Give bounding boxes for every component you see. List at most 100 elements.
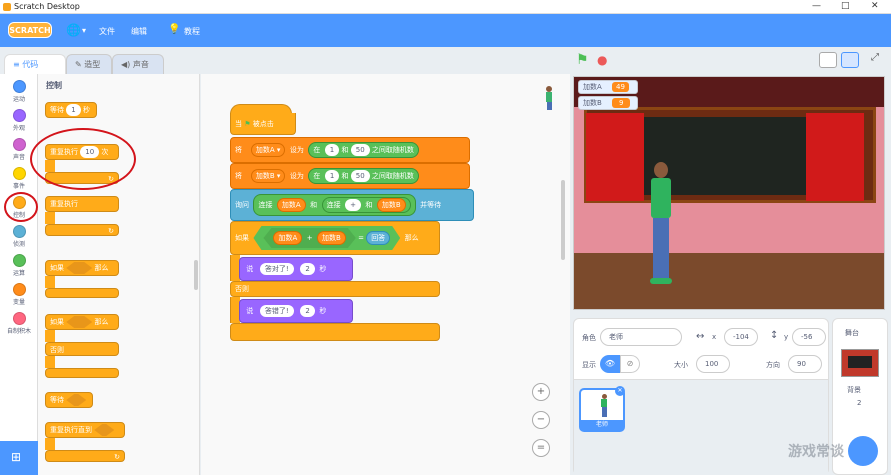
random-from-input[interactable]: 1 <box>324 144 340 156</box>
fullscreen-icon[interactable]: ⤢ <box>866 52 884 68</box>
say-secs-input[interactable]: 2 <box>300 263 315 275</box>
join-block[interactable]: 连接 加数A 和 连接 + 和 加数B <box>253 194 416 216</box>
sprite-tile-thumbnail <box>600 394 608 418</box>
zoom-out-button[interactable]: − <box>532 411 550 429</box>
random-block[interactable]: 在 1 和 50 之间取随机数 <box>308 142 419 158</box>
teacher-sprite[interactable] <box>649 162 673 292</box>
to-label: 设为 <box>289 172 304 180</box>
answer-reporter[interactable]: 回答 <box>366 231 390 245</box>
sprite-name-field[interactable]: 老师 <box>600 328 682 346</box>
menu-edit[interactable]: 编辑 <box>131 26 147 37</box>
show-visible-button[interactable]: 👁 <box>600 355 620 373</box>
palette-scrollbar[interactable] <box>194 260 198 290</box>
category-6[interactable]: 运算 <box>4 254 34 277</box>
var-dropdown-b[interactable]: 加数B ▾ <box>250 169 286 183</box>
say-text-input[interactable]: 答错了! <box>259 305 294 317</box>
set-var-a-block[interactable]: 将 加数A ▾ 设为 在 1 和 50 之间取随机数 <box>230 137 470 163</box>
tab-costumes[interactable]: ✎ 造型 <box>66 54 112 74</box>
random-and: 和 <box>341 146 349 154</box>
scratch-logo[interactable]: SCRATCH <box>8 22 52 38</box>
wait-block[interactable]: 等待 1 秒 <box>45 102 97 118</box>
join-label: 连接 <box>258 201 273 209</box>
set-var-b-block[interactable]: 将 加数B ▾ 设为 在 1 和 50 之间取随机数 <box>230 163 470 189</box>
random-post: 之间取随机数 <box>371 146 414 154</box>
menu-file[interactable]: 文件 <box>99 26 115 37</box>
wait-until-block[interactable]: 等待 <box>45 392 93 408</box>
random-to-input[interactable]: 50 <box>350 144 370 156</box>
add-extension-button[interactable]: ⊞ <box>0 441 38 475</box>
category-0[interactable]: 运动 <box>4 80 34 103</box>
category-5[interactable]: 侦测 <box>4 225 34 248</box>
zoom-in-button[interactable]: + <box>532 383 550 401</box>
x-arrows-icon: ↔ <box>696 331 705 342</box>
var-monitor-a-label: 加数A <box>583 83 602 91</box>
inner-join-block[interactable]: 连接 + 和 加数B <box>321 197 411 213</box>
maximize-button[interactable]: □ <box>841 1 850 11</box>
var-dropdown-a[interactable]: 加数A ▾ <box>250 143 286 157</box>
equals-block[interactable]: 加数A + 加数B = 回答 <box>253 226 400 250</box>
var-reporter-a[interactable]: 加数A <box>273 231 302 245</box>
wait-until-label: 等待 <box>50 396 64 404</box>
small-stage-button[interactable] <box>819 52 837 68</box>
var-reporter-a[interactable]: 加数A <box>276 198 306 212</box>
forever-block[interactable]: 重复执行 <box>45 196 119 212</box>
wait-input[interactable]: 1 <box>66 104 81 116</box>
stage-canvas[interactable] <box>573 76 885 310</box>
large-stage-button[interactable] <box>841 52 859 68</box>
if-else-footer <box>230 323 440 341</box>
menu-tutorials[interactable]: 教程 <box>184 26 200 37</box>
show-hidden-button[interactable]: ⊘ <box>620 355 640 373</box>
join-and: 和 <box>365 201 373 209</box>
set-label: 将 <box>235 172 242 180</box>
var-reporter-b[interactable]: 加数B <box>317 231 346 245</box>
when-flag-clicked-block[interactable]: 当 ⚑ 被点击 <box>230 113 296 135</box>
random-to-input[interactable]: 50 <box>350 170 370 182</box>
close-window-button[interactable]: ✕ <box>871 1 879 11</box>
globe-icon[interactable]: 🌐 <box>66 23 81 37</box>
sprite-label: 角色 <box>582 334 596 342</box>
green-flag-button[interactable]: ⚑ <box>576 52 589 68</box>
category-8[interactable]: 自制积木 <box>4 312 34 335</box>
var-reporter-b[interactable]: 加数B <box>376 198 406 212</box>
direction-field[interactable]: 90 <box>788 355 822 373</box>
tab-code[interactable]: ≡ 代码 <box>4 54 66 74</box>
if-block[interactable]: 如果 那么 <box>45 260 119 276</box>
condition-slot <box>66 316 92 328</box>
ask-and-wait-block[interactable]: 询问 连接 加数A 和 连接 + 和 加数B 并等待 <box>230 189 474 221</box>
else-arm <box>45 356 55 368</box>
say-correct-block[interactable]: 说 答对了! 2 秒 <box>239 257 353 281</box>
x-field[interactable]: -104 <box>724 328 758 346</box>
workspace-scrollbar[interactable] <box>561 180 565 260</box>
stop-button[interactable]: ● <box>597 53 607 67</box>
stage-pane-title: 舞台 <box>845 329 859 337</box>
say-secs-input[interactable]: 2 <box>300 305 315 317</box>
then-label: 那么 <box>94 318 109 326</box>
chevron-down-icon[interactable]: ▾ <box>82 26 86 35</box>
if-else-script-block[interactable]: 如果 加数A + 加数B = 回答 那么 <box>230 221 440 255</box>
sprite-tile[interactable]: 老师 ✕ <box>579 386 625 432</box>
zoom-reset-button[interactable]: = <box>532 439 550 457</box>
choose-sprite-button[interactable] <box>848 436 878 466</box>
random-block[interactable]: 在 1 和 50 之间取随机数 <box>308 168 419 184</box>
category-1[interactable]: 外观 <box>4 109 34 132</box>
var-monitor-a-value: 49 <box>612 82 629 92</box>
title-bar: Scratch Desktop — □ ✕ <box>0 0 891 14</box>
if-else-arm <box>45 330 55 342</box>
delete-sprite-icon[interactable]: ✕ <box>615 386 625 396</box>
add-block[interactable]: 加数A + 加数B <box>263 228 355 248</box>
else-text: 否则 <box>50 346 64 354</box>
if-footer <box>45 288 119 298</box>
minimize-button[interactable]: — <box>812 1 821 11</box>
category-3[interactable]: 事件 <box>4 167 34 190</box>
tab-sounds[interactable]: ◀) 声音 <box>112 54 164 74</box>
random-from-input[interactable]: 1 <box>324 170 340 182</box>
category-7[interactable]: 变量 <box>4 283 34 306</box>
equals-label: = <box>358 234 364 242</box>
if-else-block[interactable]: 如果 那么 <box>45 314 119 330</box>
y-field[interactable]: -56 <box>792 328 826 346</box>
plus-input[interactable]: + <box>345 199 361 211</box>
say-text-input[interactable]: 答对了! <box>259 263 294 275</box>
say-wrong-block[interactable]: 说 答错了! 2 秒 <box>239 299 353 323</box>
repeat-until-block[interactable]: 重复执行直到 <box>45 422 125 438</box>
size-field[interactable]: 100 <box>696 355 730 373</box>
